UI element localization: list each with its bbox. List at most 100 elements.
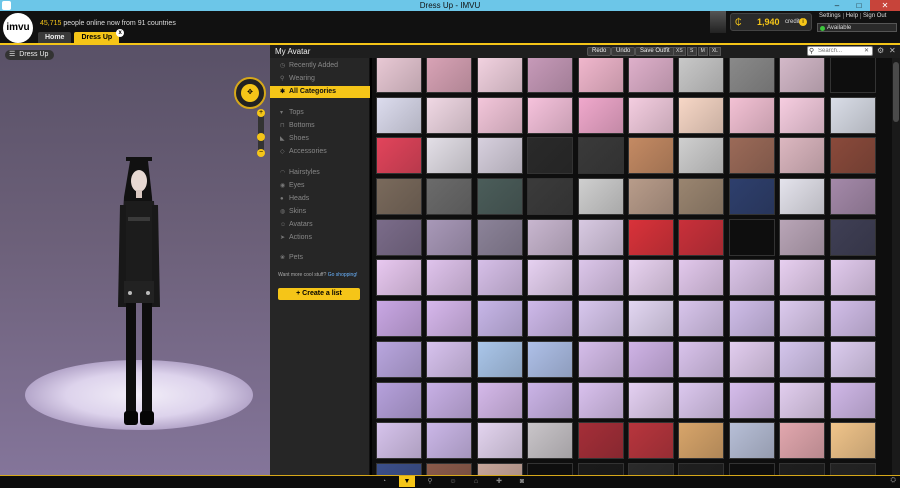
product-thumbnail[interactable] <box>376 96 422 134</box>
product-thumbnail[interactable] <box>678 300 725 338</box>
product-thumbnail[interactable] <box>678 137 725 175</box>
product-thumbnail[interactable] <box>527 381 574 419</box>
product-thumbnail[interactable] <box>426 340 473 378</box>
product-thumbnail[interactable] <box>627 178 674 216</box>
product-thumbnail[interactable] <box>779 300 826 338</box>
product-thumbnail[interactable] <box>577 300 624 338</box>
product-thumbnail[interactable] <box>476 340 523 378</box>
hanger-icon[interactable]: ⚲ <box>422 476 438 487</box>
product-thumbnail[interactable] <box>728 259 775 297</box>
product-thumbnail[interactable] <box>426 259 473 297</box>
product-thumbnail[interactable] <box>829 300 876 338</box>
product-thumbnail[interactable] <box>577 218 624 256</box>
puzzle-icon[interactable]: ✚ <box>491 476 507 487</box>
size-xs-button[interactable]: XS <box>673 47 686 56</box>
product-thumbnail[interactable] <box>376 340 422 378</box>
product-thumbnail[interactable] <box>678 259 725 297</box>
chat-bubble-icon[interactable]: ◔ <box>376 476 392 487</box>
product-thumbnail[interactable] <box>728 218 775 256</box>
product-thumbnail[interactable] <box>426 381 473 419</box>
product-thumbnail[interactable] <box>779 58 826 93</box>
product-thumbnail[interactable] <box>829 259 876 297</box>
credits-widget[interactable]: ₵ 1,940 credits i <box>730 13 812 31</box>
product-thumbnail[interactable] <box>728 422 775 460</box>
product-thumbnail[interactable] <box>376 422 422 460</box>
product-thumbnail[interactable] <box>476 259 523 297</box>
product-thumbnail[interactable] <box>779 137 826 175</box>
product-thumbnail[interactable] <box>527 137 574 175</box>
product-thumbnail[interactable] <box>678 381 725 419</box>
product-thumbnail[interactable] <box>476 178 523 216</box>
product-thumbnail[interactable] <box>779 422 826 460</box>
tab-home[interactable]: Home <box>38 32 72 43</box>
status-select[interactable]: Available <box>817 23 897 32</box>
product-thumbnail[interactable] <box>627 422 674 460</box>
product-thumbnail[interactable] <box>527 422 574 460</box>
product-thumbnail[interactable] <box>678 340 725 378</box>
product-thumbnail[interactable] <box>678 96 725 134</box>
product-thumbnail[interactable] <box>577 259 624 297</box>
help-link[interactable]: Help <box>842 13 860 19</box>
product-thumbnail[interactable] <box>829 137 876 175</box>
sidebar-item-pets[interactable]: ❀ Pets <box>270 252 370 264</box>
home-icon[interactable]: ⌂ <box>468 476 484 487</box>
product-thumbnail[interactable] <box>627 58 674 93</box>
avatar-viewport[interactable]: ☰ Dress Up ✥ + − <box>0 45 270 475</box>
sidebar-item-accessories[interactable]: ◇ Accessories <box>270 146 370 158</box>
product-thumbnail[interactable] <box>728 178 775 216</box>
product-thumbnail[interactable] <box>678 58 725 93</box>
product-thumbnail[interactable] <box>376 218 422 256</box>
product-thumbnail[interactable] <box>476 218 523 256</box>
header-avatar[interactable] <box>710 11 726 33</box>
product-thumbnail[interactable] <box>426 137 473 175</box>
product-thumbnail[interactable] <box>527 218 574 256</box>
sidebar-item-bottoms[interactable]: ⊓ Bottoms <box>270 120 370 132</box>
move-arrows-icon[interactable]: ✥ <box>241 84 259 102</box>
save-outfit-button[interactable]: Save Outfit <box>635 47 675 56</box>
product-thumbnail[interactable] <box>527 300 574 338</box>
product-thumbnail[interactable] <box>476 422 523 460</box>
product-thumbnail[interactable] <box>527 58 574 93</box>
size-xl-button[interactable]: XL <box>708 47 721 56</box>
product-thumbnail[interactable] <box>476 462 523 475</box>
minimize-button[interactable]: – <box>826 0 848 11</box>
zoom-in-icon[interactable]: + <box>257 109 265 117</box>
product-thumbnail[interactable] <box>779 340 826 378</box>
product-thumbnail[interactable] <box>829 381 876 419</box>
product-thumbnail[interactable] <box>779 259 826 297</box>
product-thumbnail[interactable] <box>728 300 775 338</box>
product-thumbnail[interactable] <box>527 96 574 134</box>
product-thumbnail[interactable] <box>577 381 624 419</box>
sidebar-item-recently-added[interactable]: ◷ Recently Added <box>270 60 370 72</box>
sidebar-item-hairstyles[interactable]: ◠ Hairstyles <box>270 167 370 179</box>
sidebar-item-tops[interactable]: ▾ Tops <box>270 107 370 119</box>
product-thumbnail[interactable] <box>728 96 775 134</box>
product-thumbnail[interactable] <box>829 96 876 134</box>
product-thumbnail[interactable] <box>376 178 422 216</box>
sidebar-item-avatars[interactable]: ☺ Avatars <box>270 219 370 231</box>
settings-link[interactable]: Settings <box>817 13 843 19</box>
info-icon[interactable]: i <box>799 18 807 26</box>
product-thumbnail[interactable] <box>829 340 876 378</box>
redo-button[interactable]: Redo <box>587 47 612 56</box>
sidebar-item-heads[interactable]: ● Heads <box>270 193 370 205</box>
camera-icon[interactable]: ◙ <box>514 476 530 487</box>
product-thumbnail[interactable] <box>577 178 624 216</box>
avatar-figure[interactable] <box>110 157 166 437</box>
product-thumbnail[interactable] <box>728 137 775 175</box>
product-thumbnail[interactable] <box>779 381 826 419</box>
product-thumbnail[interactable] <box>376 259 422 297</box>
maximize-button[interactable]: □ <box>848 0 870 11</box>
menu-icon[interactable]: ☰ <box>9 50 15 60</box>
sidebar-item-shoes[interactable]: ◣ Shoes <box>270 133 370 145</box>
product-thumbnail[interactable] <box>627 300 674 338</box>
product-thumbnail[interactable] <box>577 422 624 460</box>
product-thumbnail[interactable] <box>678 422 725 460</box>
product-thumbnail[interactable] <box>577 96 624 134</box>
product-thumbnail[interactable] <box>376 381 422 419</box>
product-thumbnail[interactable] <box>627 259 674 297</box>
product-thumbnail[interactable] <box>376 462 422 475</box>
create-list-button[interactable]: + Create a list <box>278 288 360 300</box>
product-thumbnail[interactable] <box>577 137 624 175</box>
product-thumbnail[interactable] <box>376 58 422 93</box>
